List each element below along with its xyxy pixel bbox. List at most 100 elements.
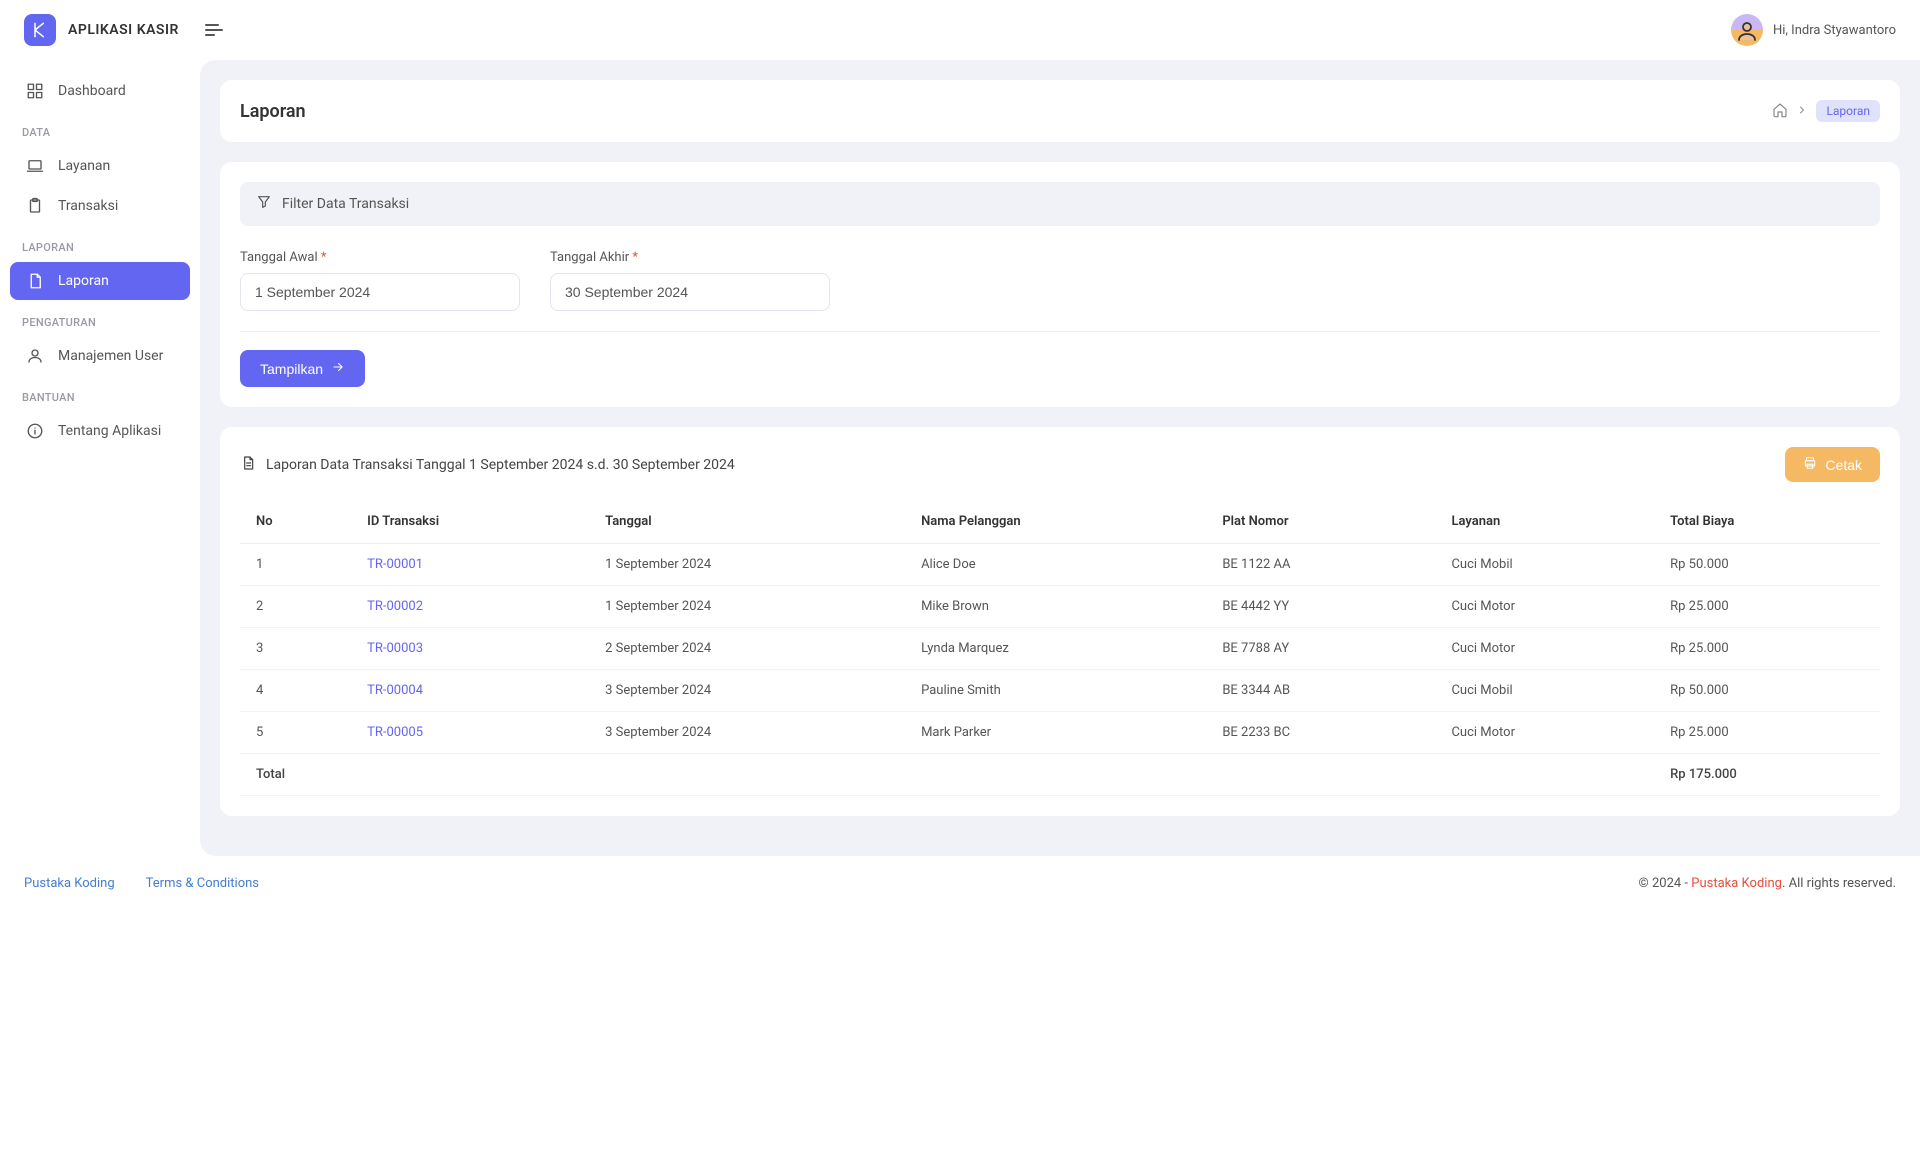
report-table: No ID Transaksi Tanggal Nama Pelanggan P… <box>240 500 1880 796</box>
sidebar-item-label: Tentang Aplikasi <box>58 423 161 439</box>
user-icon <box>26 347 44 365</box>
report-card: Laporan Data Transaksi Tanggal 1 Septemb… <box>220 427 1900 816</box>
footer-link-pustaka[interactable]: Pustaka Koding <box>24 876 115 891</box>
app-logo[interactable] <box>24 14 56 46</box>
col-nama: Nama Pelanggan <box>905 500 1206 544</box>
cell-layanan: Cuci Mobil <box>1435 670 1654 712</box>
report-title-text: Laporan Data Transaksi Tanggal 1 Septemb… <box>266 457 735 473</box>
table-header-row: No ID Transaksi Tanggal Nama Pelanggan P… <box>240 500 1880 544</box>
cell-layanan: Cuci Motor <box>1435 712 1654 754</box>
filter-start-field: Tanggal Awal * <box>240 250 520 311</box>
info-icon <box>26 422 44 440</box>
start-date-input[interactable] <box>240 273 520 311</box>
clipboard-icon <box>26 197 44 215</box>
printer-icon <box>1803 456 1817 473</box>
print-button[interactable]: Cetak <box>1785 447 1880 482</box>
document-icon <box>26 272 44 290</box>
sidebar-item-transaksi[interactable]: Transaksi <box>10 187 190 225</box>
divider <box>240 331 1880 332</box>
submit-button-label: Tampilkan <box>260 361 323 377</box>
breadcrumb-current: Laporan <box>1816 100 1880 122</box>
col-no: No <box>240 500 351 544</box>
filter-icon <box>256 194 272 214</box>
app-name: APLIKASI KASIR <box>68 22 179 38</box>
cell-id[interactable]: TR-00001 <box>351 544 589 586</box>
filter-end-field: Tanggal Akhir * <box>550 250 830 311</box>
menu-toggle-icon[interactable] <box>205 24 223 36</box>
cell-no: 4 <box>240 670 351 712</box>
cell-nama: Mike Brown <box>905 586 1206 628</box>
sidebar-item-label: Laporan <box>58 273 109 289</box>
sidebar-section-pengaturan: PENGATURAN <box>0 302 200 335</box>
cell-plat: BE 4442 YY <box>1206 586 1435 628</box>
arrow-right-icon <box>331 360 345 377</box>
filter-card: Filter Data Transaksi Tanggal Awal * Tan… <box>220 162 1900 407</box>
cell-id[interactable]: TR-00004 <box>351 670 589 712</box>
sidebar-item-manajemen-user[interactable]: Manajemen User <box>10 337 190 375</box>
cell-id[interactable]: TR-00002 <box>351 586 589 628</box>
cell-id[interactable]: TR-00005 <box>351 712 589 754</box>
cell-total: Rp 50.000 <box>1654 670 1880 712</box>
sidebar-item-label: Layanan <box>58 158 110 174</box>
cell-plat: BE 7788 AY <box>1206 628 1435 670</box>
sidebar-item-laporan[interactable]: Laporan <box>10 262 190 300</box>
table-total-row: Total Rp 175.000 <box>240 754 1880 796</box>
page-title: Laporan <box>240 101 306 122</box>
col-tanggal: Tanggal <box>589 500 905 544</box>
sidebar-item-label: Dashboard <box>58 83 126 99</box>
file-icon <box>240 455 256 475</box>
cell-tanggal: 1 September 2024 <box>589 586 905 628</box>
sidebar-item-dashboard[interactable]: Dashboard <box>10 72 190 110</box>
cell-layanan: Cuci Motor <box>1435 586 1654 628</box>
cell-plat: BE 2233 BC <box>1206 712 1435 754</box>
user-avatar[interactable] <box>1731 14 1763 46</box>
filter-row: Tanggal Awal * Tanggal Akhir * <box>240 250 1880 311</box>
topbar-right[interactable]: Hi, Indra Styawantoro <box>1731 14 1896 46</box>
sidebar-item-layanan[interactable]: Layanan <box>10 147 190 185</box>
filter-header-text: Filter Data Transaksi <box>282 196 409 212</box>
cell-total: Rp 50.000 <box>1654 544 1880 586</box>
cell-layanan: Cuci Mobil <box>1435 544 1654 586</box>
sidebar: Dashboard DATA Layanan Transaksi LAPORAN… <box>0 60 200 856</box>
sidebar-section-bantuan: BANTUAN <box>0 377 200 410</box>
footer-link-terms[interactable]: Terms & Conditions <box>146 876 259 891</box>
cell-total: Rp 25.000 <box>1654 712 1880 754</box>
sidebar-item-label: Transaksi <box>58 198 118 214</box>
col-plat: Plat Nomor <box>1206 500 1435 544</box>
dashboard-icon <box>26 82 44 100</box>
cell-tanggal: 3 September 2024 <box>589 712 905 754</box>
cell-no: 3 <box>240 628 351 670</box>
cell-tanggal: 2 September 2024 <box>589 628 905 670</box>
user-greeting: Hi, Indra Styawantoro <box>1773 23 1896 38</box>
table-row: 5TR-000053 September 2024Mark ParkerBE 2… <box>240 712 1880 754</box>
cell-id[interactable]: TR-00003 <box>351 628 589 670</box>
filter-start-label: Tanggal Awal * <box>240 250 520 265</box>
table-row: 1TR-000011 September 2024Alice DoeBE 112… <box>240 544 1880 586</box>
sidebar-item-tentang[interactable]: Tentang Aplikasi <box>10 412 190 450</box>
footer-right: © 2024 - Pustaka Koding. All rights rese… <box>1639 876 1896 891</box>
page-header-card: Laporan Laporan <box>220 80 1900 142</box>
table-row: 3TR-000032 September 2024Lynda MarquezBE… <box>240 628 1880 670</box>
col-layanan: Layanan <box>1435 500 1654 544</box>
submit-button[interactable]: Tampilkan <box>240 350 365 387</box>
report-title: Laporan Data Transaksi Tanggal 1 Septemb… <box>240 455 735 475</box>
cell-total: Rp 25.000 <box>1654 586 1880 628</box>
table-row: 4TR-000043 September 2024Pauline SmithBE… <box>240 670 1880 712</box>
cell-nama: Alice Doe <box>905 544 1206 586</box>
cell-no: 5 <box>240 712 351 754</box>
total-value: Rp 175.000 <box>1654 754 1880 796</box>
footer-left: Pustaka Koding Terms & Conditions <box>24 876 287 891</box>
col-id: ID Transaksi <box>351 500 589 544</box>
home-icon[interactable] <box>1772 102 1788 121</box>
sidebar-item-label: Manajemen User <box>58 348 163 364</box>
footer: Pustaka Koding Terms & Conditions © 2024… <box>0 856 1920 911</box>
chevron-right-icon <box>1796 104 1808 119</box>
cell-nama: Pauline Smith <box>905 670 1206 712</box>
laptop-icon <box>26 157 44 175</box>
copyright-brand: Pustaka Koding <box>1691 876 1782 891</box>
table-row: 2TR-000021 September 2024Mike BrownBE 44… <box>240 586 1880 628</box>
end-date-input[interactable] <box>550 273 830 311</box>
sidebar-section-data: DATA <box>0 112 200 145</box>
sidebar-section-laporan: LAPORAN <box>0 227 200 260</box>
copyright-suffix: . All rights reserved. <box>1782 876 1896 891</box>
